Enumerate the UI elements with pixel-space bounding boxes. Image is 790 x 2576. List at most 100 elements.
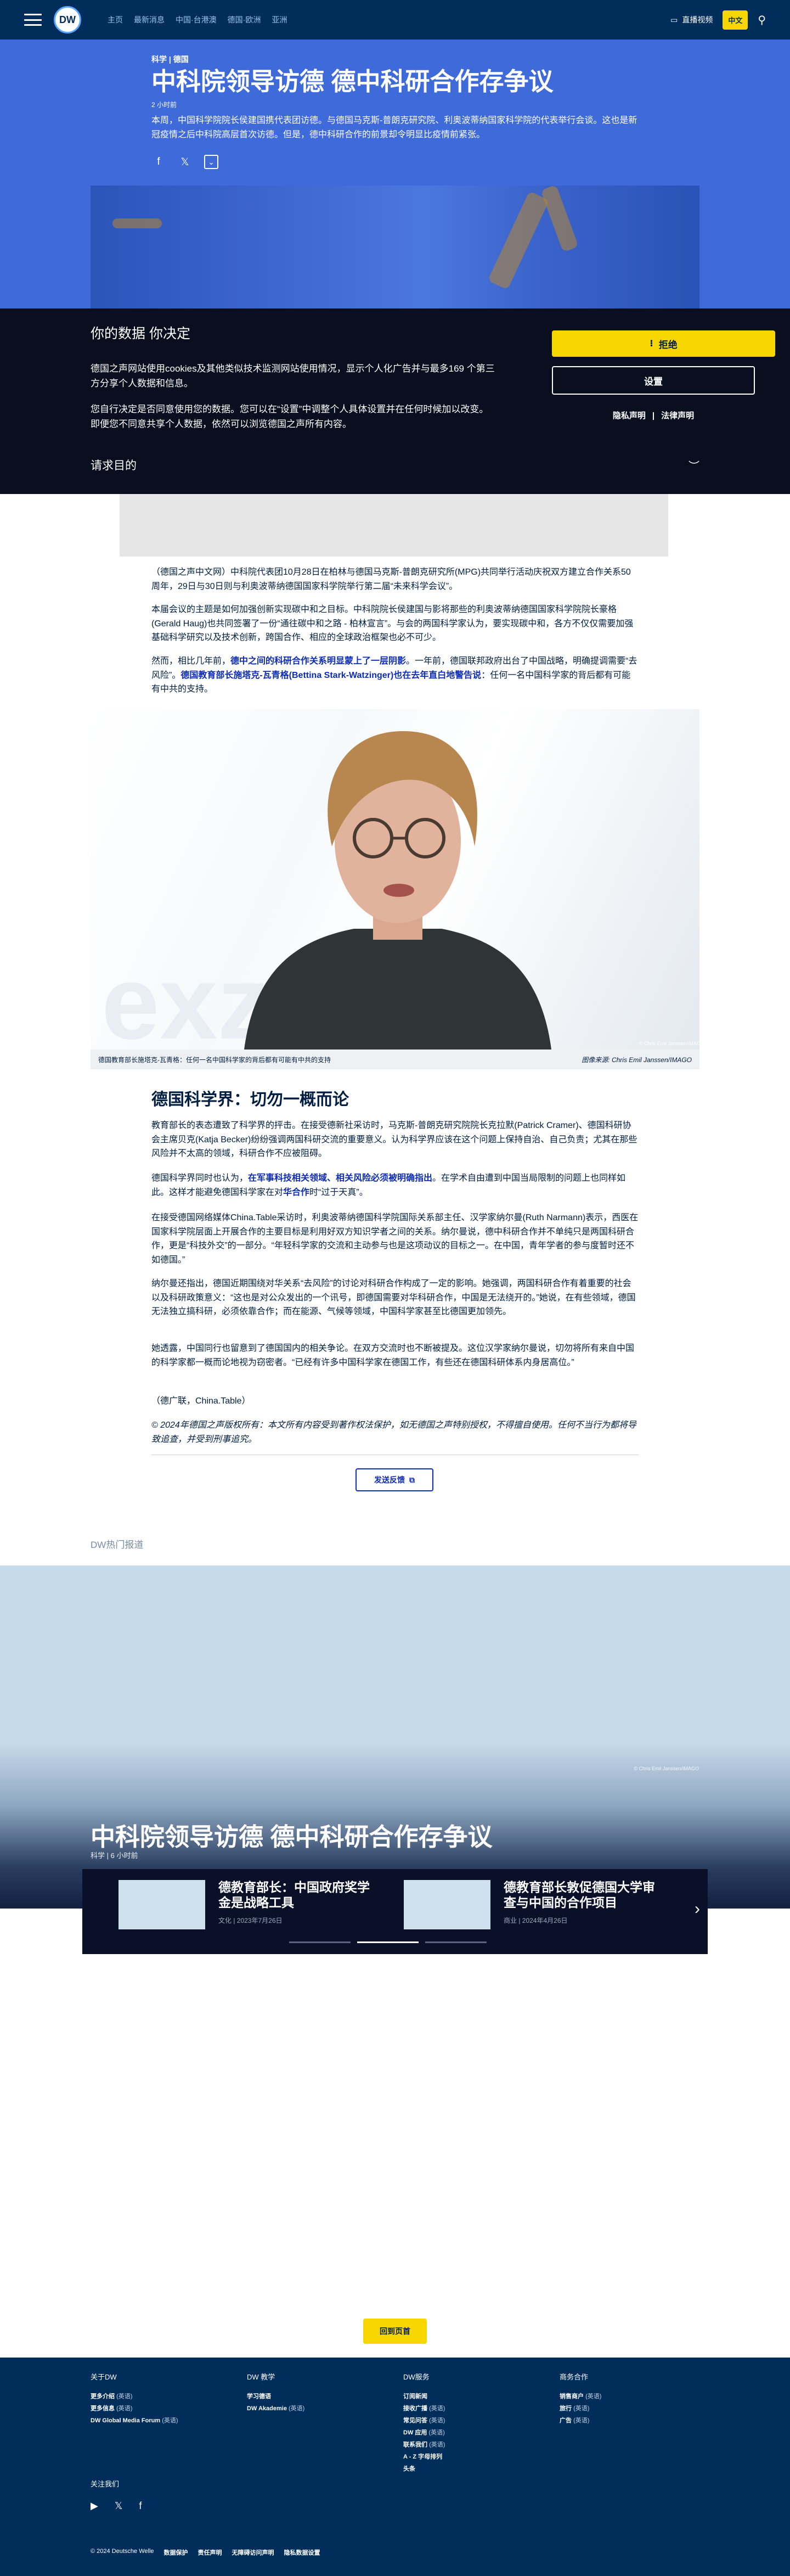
search-icon[interactable]: ⚲: [758, 13, 766, 27]
copyright: © 2024 Deutsche Welle: [91, 2548, 154, 2555]
hot-hero-title[interactable]: 中科院领导访德 德中科研合作存争议: [91, 1817, 639, 1853]
related-carousel: 德教育部长：中国政府奖学金是战略工具 文化 | 2023年7月26日 德教育部长…: [82, 1869, 708, 1954]
card-title: 德教育部长：中国政府奖学金是战略工具: [218, 1880, 370, 1910]
article-paragraph: （德国之声中文网）中科院代表团10月28日在柏林与德国马克斯-普朗克研究所(MP…: [151, 568, 631, 591]
footer-legal-link[interactable]: 责任声明: [198, 2548, 222, 2557]
top-navigation: DW 主页 最新消息 中国·台港澳 德国·欧洲 亚洲 ▭ 直播视频 中文 ⚲: [0, 0, 790, 40]
privacy-link[interactable]: 隐私声明: [613, 411, 646, 420]
footer-column-business: 商务合作 销售商户 (英语) 旅行 (英语) 广告 (英语): [560, 2371, 697, 2427]
hot-reports-title: DW热门报道: [91, 1540, 144, 1550]
live-tv-link[interactable]: ▭ 直播视频: [670, 14, 713, 25]
footer-link[interactable]: 头条: [403, 2463, 540, 2475]
back-to-top-button[interactable]: 回到页首: [363, 2319, 427, 2344]
feedback-label: 发送反馈: [374, 1475, 405, 1484]
breadcrumb[interactable]: 科学 | 德国: [151, 54, 189, 65]
nav-right: ▭ 直播视频 中文 ⚲: [670, 10, 766, 30]
article-lede: 本周，中国科学院院长侯建国携代表团访德。与德国马克斯-普朗克研究院、利奥波蒂纳国…: [151, 116, 637, 140]
more-share-icon[interactable]: ⌄: [204, 155, 218, 169]
hero-image: [91, 186, 699, 308]
footer-legal-link[interactable]: 无障碍访问声明: [232, 2548, 274, 2557]
related-card[interactable]: 德教育部长：中国政府奖学金是战略工具 文化 | 2023年7月26日: [119, 1880, 382, 1935]
portrait-illustration: exzen © Chris Emil Janssen/IMAGO: [101, 731, 699, 1050]
footer-link[interactable]: 旅行 (英语): [560, 2403, 697, 2415]
footer-legal-link[interactable]: 数据保护: [164, 2548, 188, 2557]
footer-link[interactable]: 销售商户 (英语): [560, 2390, 697, 2403]
nav-link-germany-europe[interactable]: 德国·欧洲: [228, 14, 261, 25]
nav-link-asia[interactable]: 亚洲: [272, 14, 287, 25]
footer-column-about: 关于DW 更多介绍 (英语) 更多信息 (英语) DW Global Media…: [91, 2371, 228, 2427]
consent-text-secondary: 您自行决定是否同意使用您的数据。您可以在“设置”中调整个人具体设置并在任何时候加…: [91, 404, 489, 430]
reject-button[interactable]: ⁝ 拒绝: [552, 330, 775, 357]
nav-link-latest[interactable]: 最新消息: [134, 14, 165, 25]
nav-link-home[interactable]: 主页: [108, 14, 123, 25]
footer-link[interactable]: 订阅新闻: [403, 2390, 540, 2403]
article-paragraph: 然而，相比几年前，德中之间的科研合作关系明显蒙上了一层阴影。一年前，德国联邦政府…: [151, 654, 639, 697]
footer-link[interactable]: 更多介绍 (英语): [91, 2390, 228, 2403]
share-bar: f 𝕏 ⌄: [151, 155, 218, 169]
consent-title: 你的数据 你决定: [91, 326, 190, 341]
related-card[interactable]: 德教育部长敦促德国大学审查与中国的合作项目 商业 | 2024年4月26日: [404, 1880, 667, 1935]
footer-link[interactable]: DW Global Media Forum (英语): [91, 2415, 228, 2427]
facebook-icon[interactable]: f: [151, 155, 166, 169]
feedback-button[interactable]: 发送反馈 ⧉: [356, 1468, 433, 1491]
article-paragraph: 教育部长的表态遭致了科学界的抨击。在接受德新社采访时，马克斯-普朗克研究院院长克…: [151, 1121, 637, 1159]
footer-link[interactable]: 常见问答 (英语): [403, 2415, 540, 2427]
consent-text: 德国之声网站使用cookies及其他类似技术监测网站使用情况，显示个人化广告并与…: [91, 363, 495, 389]
footer-link[interactable]: 广告 (英语): [560, 2415, 697, 2427]
card-thumbnail: [119, 1880, 205, 1929]
footer-column-title: DW服务: [403, 2373, 430, 2381]
footer-column-title: 关于DW: [91, 2373, 117, 2381]
carousel-dot-active[interactable]: [357, 1941, 419, 1943]
text-run: 德国科学界同时也认为，: [151, 1174, 249, 1183]
legal-link[interactable]: 法律声明: [661, 411, 694, 420]
article-paragraph: 她透露，中国同行也留意到了德国国内的相关争论。在双方交流时也不断被提及。这位汉学…: [151, 1344, 635, 1367]
footer-link[interactable]: 联系我们 (英语): [403, 2439, 540, 2451]
chevron-down-icon: ︶: [689, 460, 699, 473]
footer-link[interactable]: 更多信息 (英语): [91, 2403, 228, 2415]
chevron-right-icon[interactable]: ›: [695, 1900, 700, 1918]
article-paragraph: 德国科学界同时也认为，在军事科技相关领域、相关风险必须被明确指出。在学术自由遭到…: [151, 1171, 639, 1199]
footer-legal-link[interactable]: 隐私数据设置: [284, 2548, 320, 2557]
x-twitter-icon[interactable]: 𝕏: [115, 2500, 123, 2512]
x-twitter-icon[interactable]: 𝕏: [178, 155, 192, 169]
tv-icon: ▭: [670, 15, 678, 24]
footer-link[interactable]: 接收广播 (英语): [403, 2403, 540, 2415]
nav-link-china[interactable]: 中国·台港澳: [176, 14, 217, 25]
menu-icon[interactable]: [24, 14, 42, 26]
follow-us-label: 关注我们: [91, 2480, 120, 2488]
image-placeholder: [120, 494, 668, 557]
card-meta: 商业 | 2024年4月26日: [504, 1917, 568, 1925]
section-heading: 德国科学界：切勿一概而论: [151, 1091, 349, 1109]
settings-button[interactable]: 设置: [552, 366, 755, 395]
carousel-dot[interactable]: [425, 1941, 487, 1943]
card-thumbnail: [404, 1880, 490, 1929]
page-title: 中科院领导访德 德中科研合作存争议: [151, 68, 554, 96]
photo-credit: 图像来源: Chris Emil Janssen/IMAGO: [582, 1056, 692, 1064]
card-meta: 文化 | 2023年7月26日: [218, 1917, 283, 1925]
purposes-toggle[interactable]: 请求目的 ︶: [91, 457, 699, 473]
inline-link[interactable]: 德国教育部长施塔克-瓦青格(Bettina Stark-Watzinger)也在…: [180, 671, 481, 680]
inline-link[interactable]: 在军事科技相关领域、相关风险必须被明确指出: [248, 1174, 432, 1183]
reject-icon: ⁝: [650, 338, 653, 349]
article-meta: 2 小时前: [151, 101, 177, 109]
footer-link[interactable]: DW Akademie (英语): [247, 2403, 384, 2415]
social-links: ▶ 𝕏 f: [91, 2500, 142, 2512]
language-button[interactable]: 中文: [723, 10, 748, 30]
youtube-icon[interactable]: ▶: [91, 2500, 98, 2512]
footer-legal: © 2024 Deutsche Welle 数据保护 责任声明 无障碍访问声明 …: [91, 2548, 320, 2557]
footer: 关于DW 更多介绍 (英语) 更多信息 (英语) DW Global Media…: [0, 2358, 790, 2576]
carousel-dot[interactable]: [289, 1941, 351, 1943]
nav-links: 主页 最新消息 中国·台港澳 德国·欧洲 亚洲: [108, 14, 287, 25]
footer-link[interactable]: 学习德语: [247, 2390, 384, 2403]
inline-link[interactable]: 华合作: [283, 1188, 309, 1197]
article-paragraph: （德广联，China.Table）: [151, 1396, 251, 1406]
inline-link[interactable]: 德中之间的科研合作关系明显蒙上了一层阴影: [230, 656, 406, 666]
footer-link[interactable]: DW 应用 (英语): [403, 2427, 540, 2439]
dw-logo[interactable]: DW: [54, 6, 81, 33]
facebook-icon[interactable]: f: [139, 2500, 142, 2512]
article-paragraph: 本届会议的主题是如何加强创新实现碳中和之目标。中科院院长侯建国与影将那些的利奥波…: [151, 605, 634, 643]
text-run: 时“过于天真”。: [309, 1187, 368, 1197]
hot-hero-meta: 科学 | 6 小时前: [91, 1851, 138, 1860]
footer-column-services: DW服务 订阅新闻 接收广播 (英语) 常见问答 (英语) DW 应用 (英语)…: [403, 2371, 540, 2475]
footer-link[interactable]: A - Z 字母排列: [403, 2451, 540, 2463]
